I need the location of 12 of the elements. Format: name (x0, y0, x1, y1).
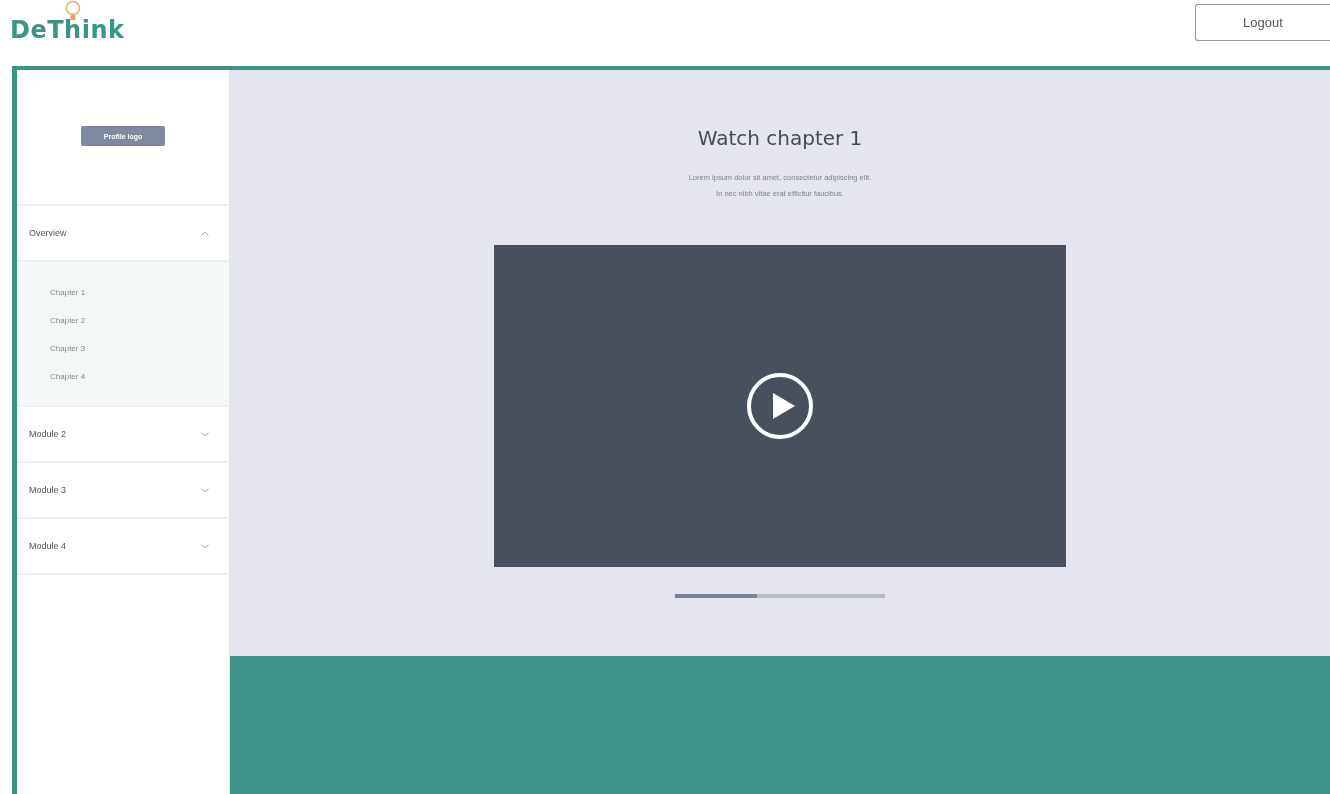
chapter-link[interactable]: Chapter 3 (50, 342, 229, 355)
logout-button[interactable]: Logout (1195, 4, 1330, 41)
module-title: Module 4 (29, 541, 67, 551)
module-title: Overview (29, 228, 67, 238)
chapter-link[interactable]: Chapter 1 (50, 286, 229, 299)
play-icon[interactable] (746, 372, 814, 440)
chapter-title: Watch chapter 1 (697, 126, 863, 150)
module-title: Module 3 (29, 485, 67, 495)
module-title: Module 2 (29, 429, 67, 439)
chapter-link[interactable]: Chapter 4 (50, 370, 229, 383)
logo: DeThink (10, 16, 125, 44)
chapter-link[interactable]: Chapter 2 (50, 314, 229, 327)
